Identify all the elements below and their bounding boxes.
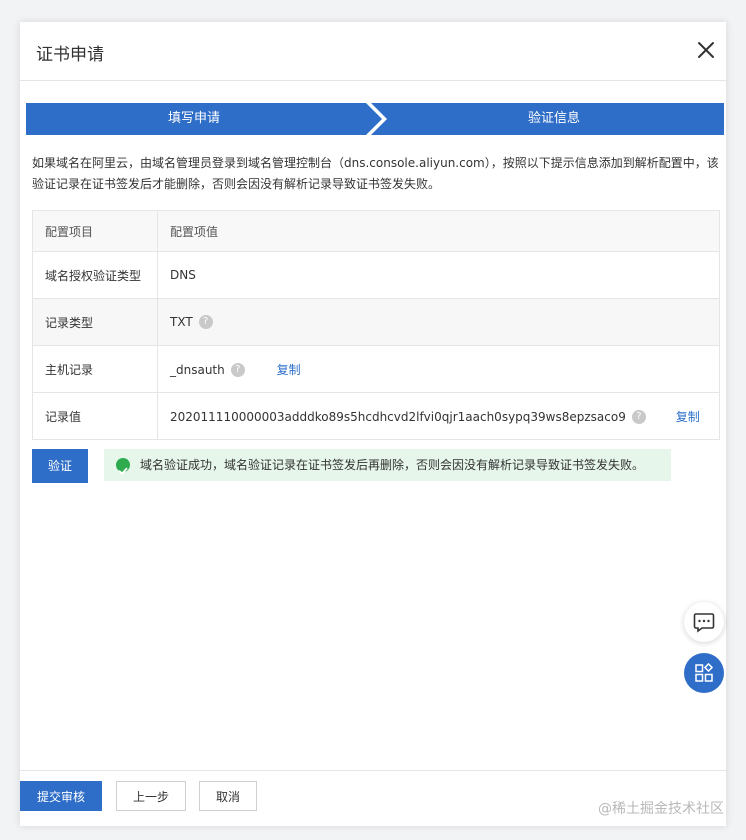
step-fill-application: 填写申请 <box>168 111 221 126</box>
chat-icon[interactable] <box>684 602 724 642</box>
table-header-value: 配置项值 <box>157 210 720 252</box>
apps-icon[interactable] <box>684 653 724 693</box>
table-header-row: 配置项目 配置项值 <box>32 210 720 252</box>
copy-host-record-link[interactable]: 复制 <box>277 363 301 377</box>
submit-review-button[interactable]: 提交审核 <box>20 781 102 811</box>
watermark: @稀土掘金技术社区 <box>598 801 724 817</box>
table-header-item: 配置项目 <box>32 210 158 252</box>
row-label: 记录值 <box>32 392 158 440</box>
question-icon[interactable]: ? <box>198 315 213 330</box>
cancel-button[interactable]: 取消 <box>199 781 257 811</box>
step-verify-info: 验证信息 <box>528 111 581 126</box>
step-indicator: 填写申请 验证信息 <box>26 103 724 135</box>
success-message: 域名验证成功，域名验证记录在证书签发后再删除，否则会因没有解析记录导致证书签发失… <box>140 458 645 472</box>
check-circle-icon <box>116 458 130 475</box>
close-icon[interactable] <box>694 38 718 62</box>
previous-step-button[interactable]: 上一步 <box>116 781 186 811</box>
question-icon[interactable]: ? <box>230 363 245 377</box>
row-value-cell: _dnsauth? 复制 <box>157 345 720 393</box>
row-label: 主机记录 <box>32 345 158 393</box>
verify-button[interactable]: 验证 <box>32 449 88 483</box>
table-row: 主机记录 _dnsauth? 复制 <box>32 345 720 393</box>
table-row: 记录类型 TXT? <box>32 298 720 346</box>
config-table: 配置项目 配置项值 域名授权验证类型 DNS 记录类型 TXT? 主机记录 _d… <box>32 210 720 440</box>
row-value: DNS <box>157 251 720 299</box>
row-value-cell: TXT? <box>157 298 720 346</box>
row-value: _dnsauth <box>170 362 225 377</box>
row-value-cell: 202011110000003adddko89s5hcdhcvd2lfvi0qj… <box>157 392 720 440</box>
row-value: TXT <box>170 314 193 329</box>
row-label: 域名授权验证类型 <box>32 251 158 299</box>
certificate-dialog: 证书申请 填写申请 验证信息 如果域名在阿里云，由域名管理员登录到域名管理控制台… <box>20 22 726 826</box>
row-label: 记录类型 <box>32 298 158 346</box>
copy-record-value-link[interactable]: 复制 <box>676 410 700 424</box>
dialog-title: 证书申请 <box>36 45 104 65</box>
success-alert: 域名验证成功，域名验证记录在证书签发后再删除，否则会因没有解析记录导致证书签发失… <box>104 449 671 481</box>
row-value: 202011110000003adddko89s5hcdhcvd2lfvi0qj… <box>170 409 626 424</box>
table-row: 记录值 202011110000003adddko89s5hcdhcvd2lfv… <box>32 392 720 440</box>
table-row: 域名授权验证类型 DNS <box>32 251 720 299</box>
dialog-header: 证书申请 <box>20 22 726 81</box>
intro-text: 如果域名在阿里云，由域名管理员登录到域名管理控制台（dns.console.al… <box>32 156 719 191</box>
question-icon[interactable]: ? <box>631 410 646 424</box>
